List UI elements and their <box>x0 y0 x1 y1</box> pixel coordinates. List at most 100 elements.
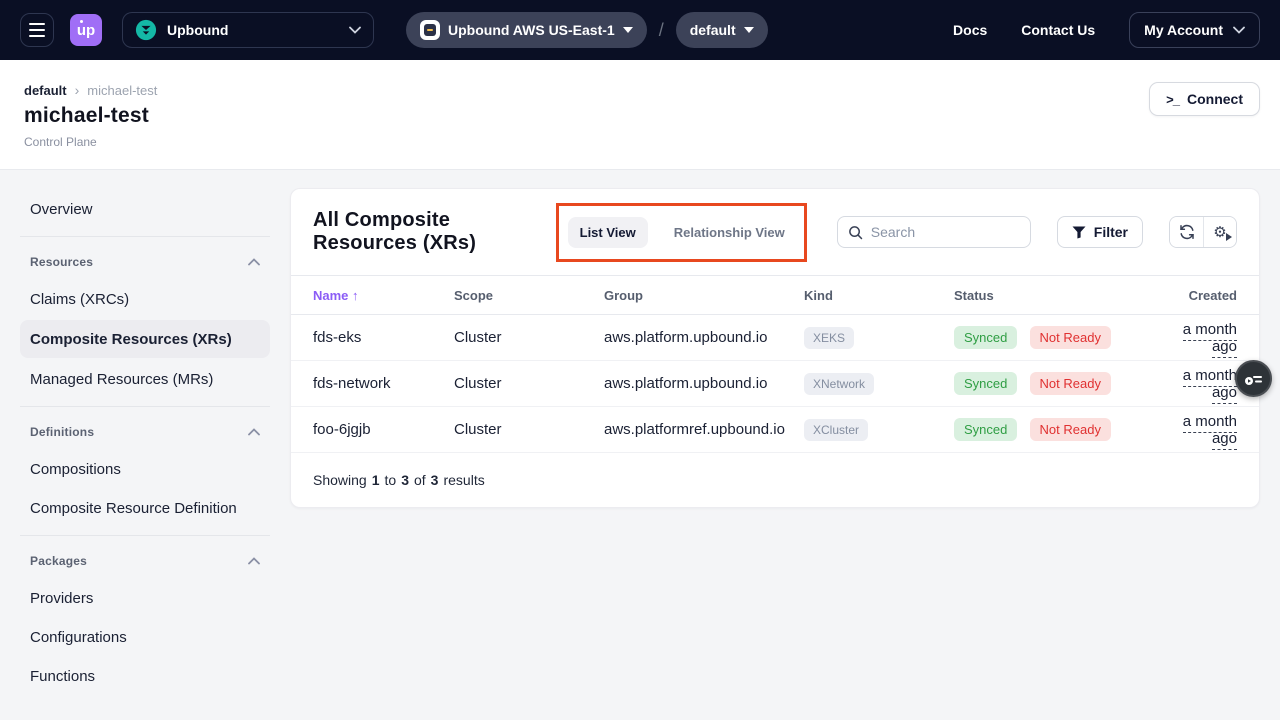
search-input[interactable] <box>871 224 1011 240</box>
view-toggle: List View Relationship View <box>568 217 797 248</box>
summary-word: Showing <box>313 472 367 488</box>
sidebar-item-functions[interactable]: Functions <box>20 658 270 694</box>
sidebar-item-composite-resources[interactable]: Composite Resources (XRs) <box>20 320 270 358</box>
status-badge-synced: Synced <box>954 418 1017 441</box>
sidebar-section-resources: Resources Claims (XRCs) Composite Resour… <box>20 246 270 397</box>
status-badge-synced: Synced <box>954 326 1017 349</box>
kind-badge: XCluster <box>804 419 868 441</box>
section-title: Resources <box>30 255 93 269</box>
summary-word: results <box>443 472 484 488</box>
divider <box>20 236 270 237</box>
column-header-status: Status <box>954 288 1161 303</box>
breadcrumb-current: michael-test <box>87 83 157 98</box>
control-plane-switcher[interactable]: Upbound AWS US-East-1 <box>406 12 647 48</box>
sidebar-item-configurations[interactable]: Configurations <box>20 619 270 655</box>
status-badge-not-ready: Not Ready <box>1030 326 1111 349</box>
cell-status: Synced Not Ready <box>954 326 1161 349</box>
table-results-summary: Showing 1 to 3 of 3 results <box>291 453 1259 507</box>
page-header: default › michael-test michael-test Cont… <box>0 60 1280 170</box>
cell-scope: Cluster <box>454 329 604 346</box>
cell-kind: XCluster <box>804 419 954 441</box>
created-tooltip-text[interactable]: a month ago <box>1183 413 1237 450</box>
control-plane-icon <box>420 20 440 40</box>
list-view-tab[interactable]: List View <box>568 217 648 248</box>
sidebar-section-header-packages[interactable]: Packages <box>20 545 270 577</box>
sidebar-item-xrd[interactable]: Composite Resource Definition <box>20 490 270 526</box>
summary-word: to <box>385 472 397 488</box>
refresh-icon <box>1179 224 1195 240</box>
caret-down-icon <box>744 27 754 33</box>
cell-name[interactable]: foo-6jgjb <box>313 421 454 438</box>
breadcrumb-parent-link[interactable]: default <box>24 83 67 98</box>
sort-ascending-icon: ↑ <box>352 288 359 303</box>
composite-resources-panel: All Composite Resources (XRs) List View … <box>290 188 1260 508</box>
table-row[interactable]: fds-eks Cluster aws.platform.upbound.io … <box>291 315 1259 361</box>
sidebar-nav: Overview Resources Claims (XRCs) Composi… <box>20 188 270 697</box>
cell-name[interactable]: fds-eks <box>313 329 454 346</box>
filter-button-label: Filter <box>1094 224 1128 240</box>
relationship-view-tab[interactable]: Relationship View <box>662 217 797 248</box>
org-switcher-dropdown[interactable]: Upbound <box>122 12 374 48</box>
hamburger-menu-button[interactable] <box>20 13 54 47</box>
search-icon <box>848 225 863 240</box>
sidebar-item-claims[interactable]: Claims (XRCs) <box>20 281 270 317</box>
status-badge-not-ready: Not Ready <box>1030 372 1111 395</box>
panel-title: All Composite Resources (XRs) <box>313 209 542 255</box>
created-tooltip-text[interactable]: a month ago <box>1183 367 1237 404</box>
sidebar-section-header-resources[interactable]: Resources <box>20 246 270 278</box>
summary-total: 3 <box>431 472 439 488</box>
column-header-name[interactable]: Name ↑ <box>313 288 454 303</box>
table-row[interactable]: fds-network Cluster aws.platform.upbound… <box>291 361 1259 407</box>
terminal-icon: >_ <box>1166 92 1179 107</box>
breadcrumb: default › michael-test <box>24 82 1260 98</box>
page-title: michael-test <box>24 104 1260 128</box>
caret-down-icon <box>623 27 633 33</box>
my-account-dropdown[interactable]: My Account <box>1129 12 1260 48</box>
contact-us-link[interactable]: Contact Us <box>1021 22 1095 38</box>
org-switcher-label: Upbound <box>167 22 339 38</box>
divider <box>20 406 270 407</box>
connect-button[interactable]: >_ Connect <box>1149 82 1260 116</box>
cell-name[interactable]: fds-network <box>313 375 454 392</box>
chevron-down-icon <box>1233 26 1245 34</box>
column-header-group: Group <box>604 288 804 303</box>
summary-to: 3 <box>401 472 409 488</box>
filter-button[interactable]: Filter <box>1057 216 1143 248</box>
cell-status: Synced Not Ready <box>954 372 1161 395</box>
cell-created: a month ago <box>1161 367 1237 401</box>
column-header-kind: Kind <box>804 288 954 303</box>
cell-group: aws.platformref.upbound.io <box>604 421 804 438</box>
top-navbar: up Upbound Upbound AWS US-East-1 / defau… <box>0 0 1280 60</box>
cell-scope: Cluster <box>454 421 604 438</box>
search-box <box>837 216 1031 248</box>
kind-badge: XEKS <box>804 327 854 349</box>
sidebar-item-providers[interactable]: Providers <box>20 580 270 616</box>
sidebar-item-overview[interactable]: Overview <box>20 191 270 227</box>
path-separator: / <box>659 20 664 41</box>
org-avatar-icon <box>135 19 157 41</box>
table-header-row: Name ↑ Scope Group Kind Status Created <box>291 275 1259 315</box>
group-label: default <box>690 22 736 38</box>
cell-created: a month ago <box>1161 413 1237 447</box>
docs-link[interactable]: Docs <box>953 22 987 38</box>
group-switcher[interactable]: default <box>676 12 768 48</box>
sidebar-item-compositions[interactable]: Compositions <box>20 451 270 487</box>
resource-center-widget-button[interactable] <box>1235 360 1272 397</box>
cell-group: aws.platform.upbound.io <box>604 329 804 346</box>
auto-refresh-settings-button[interactable]: ⚙ <box>1203 217 1236 247</box>
table-row[interactable]: foo-6jgjb Cluster aws.platformref.upboun… <box>291 407 1259 453</box>
table-actions-group: ⚙ <box>1169 216 1237 248</box>
created-tooltip-text[interactable]: a month ago <box>1183 321 1237 358</box>
status-badge-not-ready: Not Ready <box>1030 418 1111 441</box>
cell-kind: XEKS <box>804 327 954 349</box>
upbound-logo[interactable]: up <box>70 14 102 46</box>
sidebar-item-managed-resources[interactable]: Managed Resources (MRs) <box>20 361 270 397</box>
chevron-up-icon <box>248 428 260 436</box>
cell-created: a month ago <box>1161 321 1237 355</box>
connect-button-label: Connect <box>1187 91 1243 107</box>
cell-scope: Cluster <box>454 375 604 392</box>
chevron-up-icon <box>248 557 260 565</box>
control-plane-label: Upbound AWS US-East-1 <box>448 22 615 38</box>
refresh-button[interactable] <box>1170 217 1203 247</box>
sidebar-section-header-definitions[interactable]: Definitions <box>20 416 270 448</box>
